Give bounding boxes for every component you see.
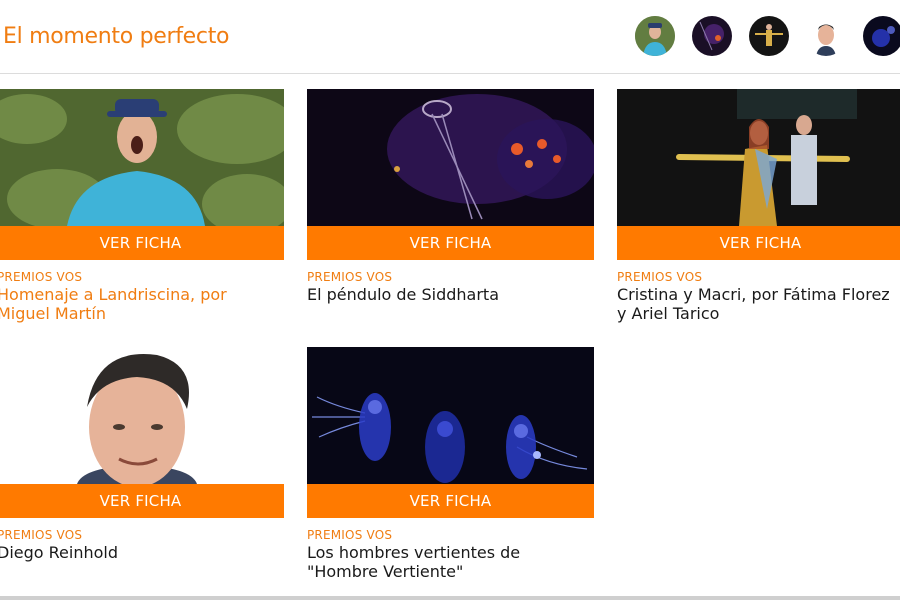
ver-ficha-button[interactable]: VER FICHA xyxy=(307,484,594,518)
card-cristina-macri: VER FICHA PREMIOS VOS Cristina y Macri, … xyxy=(617,89,900,323)
card-category: PREMIOS VOS xyxy=(0,528,83,542)
avatar-siddharta[interactable] xyxy=(692,16,732,56)
card-category: PREMIOS VOS xyxy=(307,270,393,284)
card-hombre-vertiente: VER FICHA PREMIOS VOS Los hombres vertie… xyxy=(307,347,594,581)
card-landriscina: VER FICHA PREMIOS VOS Homenaje a Landris… xyxy=(0,89,284,323)
avatar-strip xyxy=(0,16,900,58)
card-title[interactable]: Los hombres vertientes de "Hombre Vertie… xyxy=(307,543,594,581)
card-category: PREMIOS VOS xyxy=(307,528,393,542)
avatar-hombre-vertiente[interactable] xyxy=(863,16,900,56)
card-title[interactable]: El péndulo de Siddharta xyxy=(307,285,594,304)
bottom-scroll-edge xyxy=(0,596,900,600)
card-category: PREMIOS VOS xyxy=(0,270,83,284)
card-title[interactable]: Diego Reinhold xyxy=(0,543,284,562)
card-title[interactable]: Homenaje a Landriscina, por Miguel Martí… xyxy=(0,285,284,323)
card-diego-reinhold: VER FICHA PREMIOS VOS Diego Reinhold xyxy=(0,347,284,562)
section-header: El momento perfecto xyxy=(0,0,900,74)
card-thumbnail[interactable] xyxy=(307,347,594,484)
ver-ficha-button[interactable]: VER FICHA xyxy=(0,226,284,260)
ver-ficha-button[interactable]: VER FICHA xyxy=(0,484,284,518)
ver-ficha-button[interactable]: VER FICHA xyxy=(617,226,900,260)
card-siddharta: VER FICHA PREMIOS VOS El péndulo de Sidd… xyxy=(307,89,594,304)
card-thumbnail[interactable] xyxy=(307,89,594,226)
card-title[interactable]: Cristina y Macri, por Fátima Florez y Ar… xyxy=(617,285,900,323)
avatar-diego-reinhold[interactable] xyxy=(806,16,846,56)
avatar-miguel-martin[interactable] xyxy=(635,16,675,56)
ver-ficha-button[interactable]: VER FICHA xyxy=(307,226,594,260)
card-thumbnail[interactable] xyxy=(617,89,900,226)
avatar-cristina-macri[interactable] xyxy=(749,16,789,56)
card-category: PREMIOS VOS xyxy=(617,270,703,284)
card-thumbnail[interactable] xyxy=(0,89,284,226)
card-thumbnail[interactable] xyxy=(0,347,284,484)
